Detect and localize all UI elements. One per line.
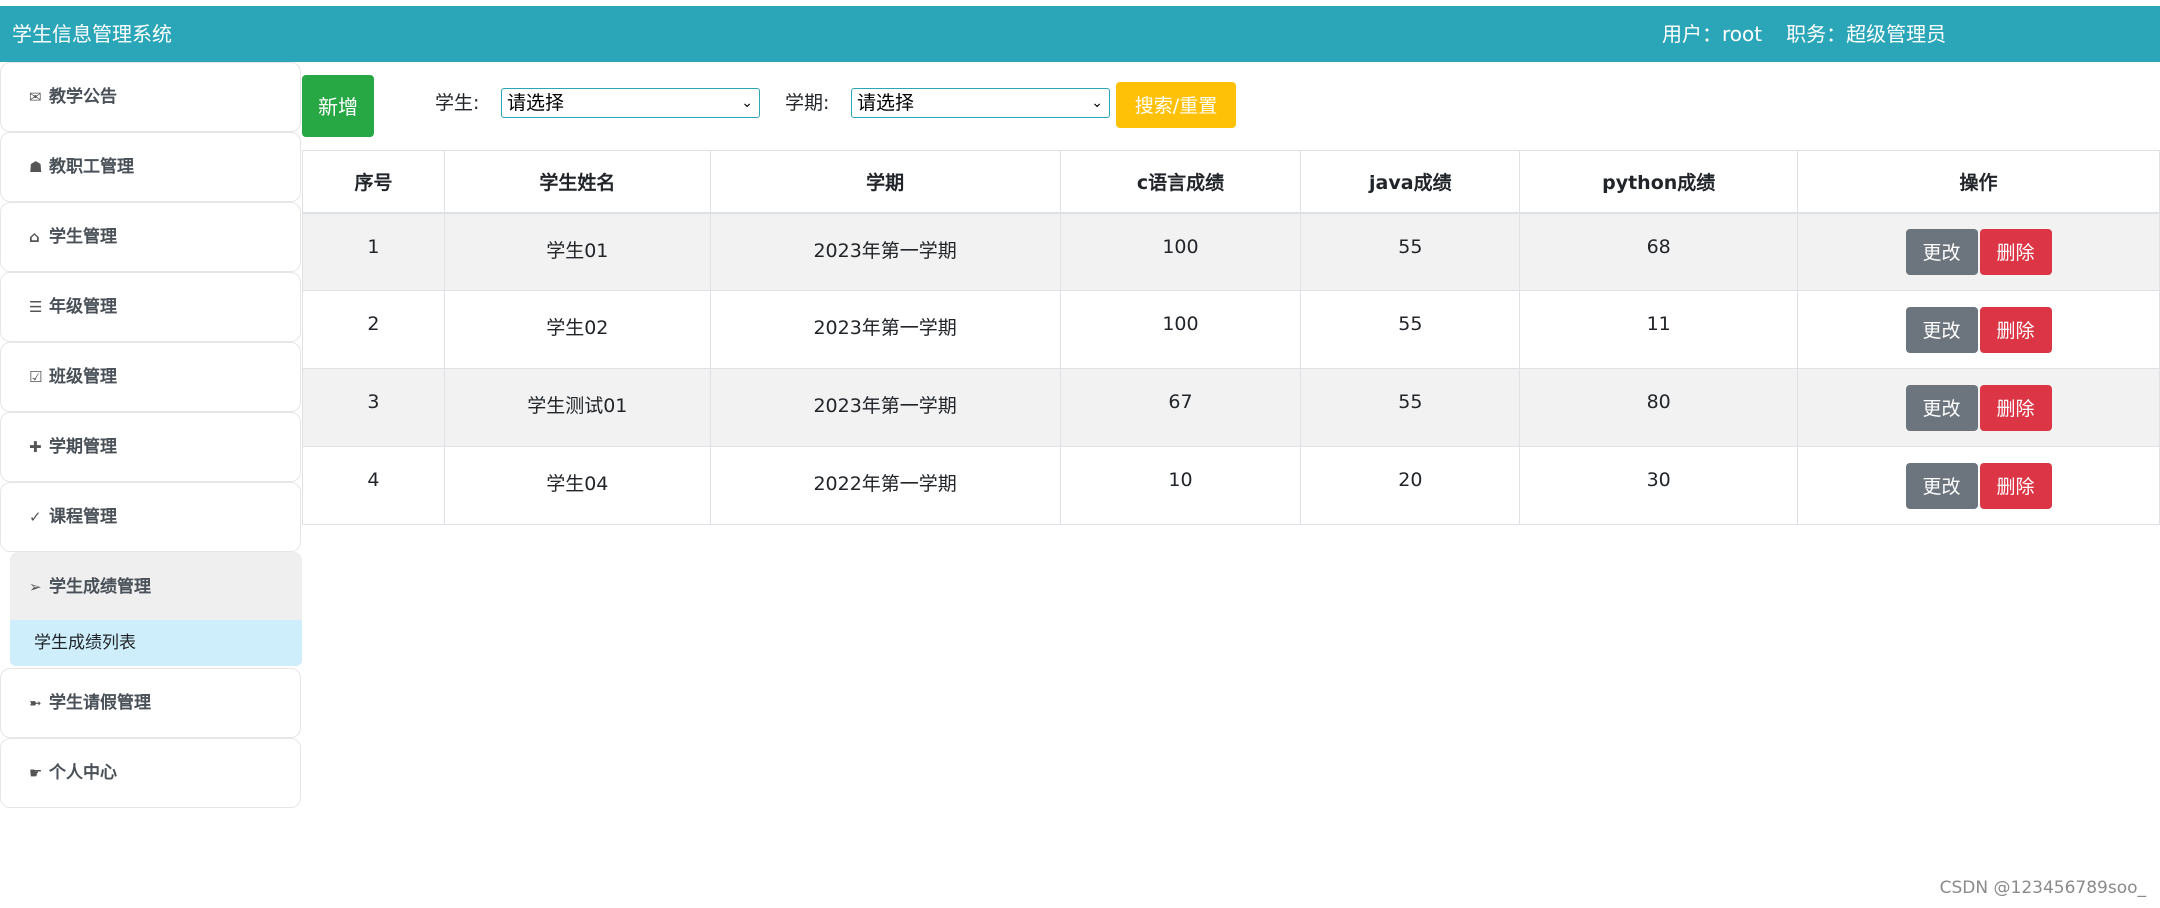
add-button[interactable]: 新增	[302, 75, 374, 137]
cell-term: 2023年第一学期	[709, 212, 1061, 291]
edit-button[interactable]: 更改	[1905, 228, 1978, 275]
header-python-score: python成绩	[1519, 150, 1799, 214]
cell-java-score: 20	[1300, 446, 1521, 525]
user-name: root	[1722, 22, 1763, 46]
cell-python-score: 30	[1519, 446, 1799, 525]
table-row: 1 学生01 2023年第一学期 100 55 68 更改 删除	[302, 212, 2160, 291]
sidebar-item-staff[interactable]: ☗ 教职工管理	[0, 132, 301, 202]
cell-actions: 更改 删除	[1797, 368, 2160, 447]
cell-c-score: 100	[1059, 290, 1302, 369]
header-student-name: 学生姓名	[443, 150, 711, 214]
home-icon: ⌂	[29, 228, 40, 246]
sidebar-item-profile[interactable]: ☛ 个人中心	[0, 738, 301, 808]
cell-java-score: 55	[1300, 368, 1521, 447]
table-row: 3 学生测试01 2023年第一学期 67 55 80 更改 删除	[302, 368, 2160, 447]
table-header-row: 序号 学生姓名 学期 c语言成绩 java成绩 python成绩 操作	[302, 150, 2160, 214]
edit-button[interactable]: 更改	[1905, 384, 1978, 431]
cell-student-name: 学生04	[443, 446, 711, 525]
user-label: 用户：	[1662, 22, 1722, 46]
list-icon: ☰	[29, 298, 43, 316]
sidebar-item-label: 学生成绩管理	[49, 577, 151, 597]
sidebar-item-terms[interactable]: ✚ 学期管理	[0, 412, 301, 482]
table-row: 4 学生04 2022年第一学期 10 20 30 更改 删除	[302, 446, 2160, 525]
delete-button[interactable]: 删除	[1979, 306, 2052, 353]
sidebar-item-leave[interactable]: ➼ 学生请假管理	[0, 668, 301, 738]
hand-pointer-icon: ☛	[29, 764, 43, 782]
sidebar-item-students[interactable]: ⌂ 学生管理	[0, 202, 301, 272]
arrow-right-icon: ➢	[29, 578, 42, 596]
cell-java-score: 55	[1300, 212, 1521, 291]
header-actions: 操作	[1797, 150, 2160, 214]
cell-term: 2022年第一学期	[709, 446, 1061, 525]
sidebar-subitem-score-list[interactable]: 学生成绩列表	[10, 620, 302, 666]
chevron-down-icon: ⌄	[741, 95, 753, 111]
delete-button[interactable]: 删除	[1979, 462, 2052, 509]
user-info: 用户：root 职务：超级管理员	[1662, 6, 1946, 62]
cell-c-score: 10	[1059, 446, 1302, 525]
top-header: 学生信息管理系统 用户：root 职务：超级管理员	[0, 6, 2160, 62]
header-index: 序号	[302, 150, 445, 214]
delete-button[interactable]: 删除	[1979, 228, 2052, 275]
sidebar-item-grades[interactable]: ☰ 年级管理	[0, 272, 301, 342]
sidebar-item-label: 学生请假管理	[49, 693, 151, 713]
cell-student-name: 学生测试01	[443, 368, 711, 447]
student-select-value: 请选择	[507, 92, 565, 114]
sidebar-item-label: 课程管理	[49, 507, 117, 527]
cell-python-score: 68	[1519, 212, 1799, 291]
cell-student-name: 学生02	[443, 290, 711, 369]
cell-java-score: 55	[1300, 290, 1521, 369]
cell-index: 2	[302, 290, 445, 369]
edit-button[interactable]: 更改	[1905, 462, 1978, 509]
sidebar-item-label: 个人中心	[49, 763, 117, 783]
student-filter-label: 学生:	[435, 92, 480, 114]
header-java-score: java成绩	[1300, 150, 1521, 214]
cell-index: 4	[302, 446, 445, 525]
search-reset-button[interactable]: 搜索/重置	[1116, 82, 1236, 128]
score-table: 序号 学生姓名 学期 c语言成绩 java成绩 python成绩 操作 1 学生…	[302, 150, 2160, 525]
cell-python-score: 80	[1519, 368, 1799, 447]
sidebar-item-announcements[interactable]: ✉ 教学公告	[0, 62, 301, 132]
edit-button[interactable]: 更改	[1905, 306, 1978, 353]
role-label: 职务：	[1786, 22, 1847, 46]
header-c-score: c语言成绩	[1059, 150, 1302, 214]
sidebar-item-label: 学生管理	[49, 227, 117, 247]
sidebar-item-scores[interactable]: ➢ 学生成绩管理	[10, 552, 302, 622]
cell-term: 2023年第一学期	[709, 368, 1061, 447]
sidebar-item-label: 教职工管理	[49, 157, 134, 177]
cell-actions: 更改 删除	[1797, 212, 2160, 291]
sidebar-item-classes[interactable]: ☑ 班级管理	[0, 342, 301, 412]
watermark: CSDN @123456789soo_	[1939, 878, 2146, 898]
sidebar: ✉ 教学公告 ☗ 教职工管理 ⌂ 学生管理 ☰ 年级管理 ☑ 班级管理 ✚ 学期管理 ✓ 课程…	[0, 62, 302, 808]
sidebar-item-label: 班级管理	[49, 367, 117, 387]
sidebar-item-label: 年级管理	[49, 297, 117, 317]
cell-actions: 更改 删除	[1797, 446, 2160, 525]
arrow-feather-icon: ➼	[29, 694, 42, 712]
cell-index: 1	[302, 212, 445, 291]
envelope-icon: ✉	[29, 88, 42, 106]
sidebar-item-courses[interactable]: ✓ 课程管理	[0, 482, 301, 552]
cell-actions: 更改 删除	[1797, 290, 2160, 369]
sidebar-item-label: 教学公告	[49, 87, 117, 107]
plus-icon: ✚	[29, 438, 42, 456]
bell-icon: ☗	[29, 158, 43, 176]
cell-python-score: 11	[1519, 290, 1799, 369]
cell-c-score: 100	[1059, 212, 1302, 291]
app-title: 学生信息管理系统	[12, 22, 172, 46]
cell-student-name: 学生01	[443, 212, 711, 291]
header-term: 学期	[709, 150, 1061, 214]
table-row: 2 学生02 2023年第一学期 100 55 11 更改 删除	[302, 290, 2160, 369]
delete-button[interactable]: 删除	[1979, 384, 2052, 431]
student-select[interactable]: 请选择 ⌄	[501, 88, 760, 118]
checkbox-icon: ☑	[29, 368, 43, 386]
chevron-down-icon: ⌄	[1091, 95, 1103, 111]
term-filter-label: 学期:	[785, 92, 830, 114]
sidebar-item-label: 学期管理	[49, 437, 117, 457]
cell-index: 3	[302, 368, 445, 447]
term-select[interactable]: 请选择 ⌄	[851, 88, 1110, 118]
check-icon: ✓	[29, 508, 42, 526]
role-name: 超级管理员	[1846, 22, 1947, 46]
term-select-value: 请选择	[857, 92, 915, 114]
cell-c-score: 67	[1059, 368, 1302, 447]
cell-term: 2023年第一学期	[709, 290, 1061, 369]
